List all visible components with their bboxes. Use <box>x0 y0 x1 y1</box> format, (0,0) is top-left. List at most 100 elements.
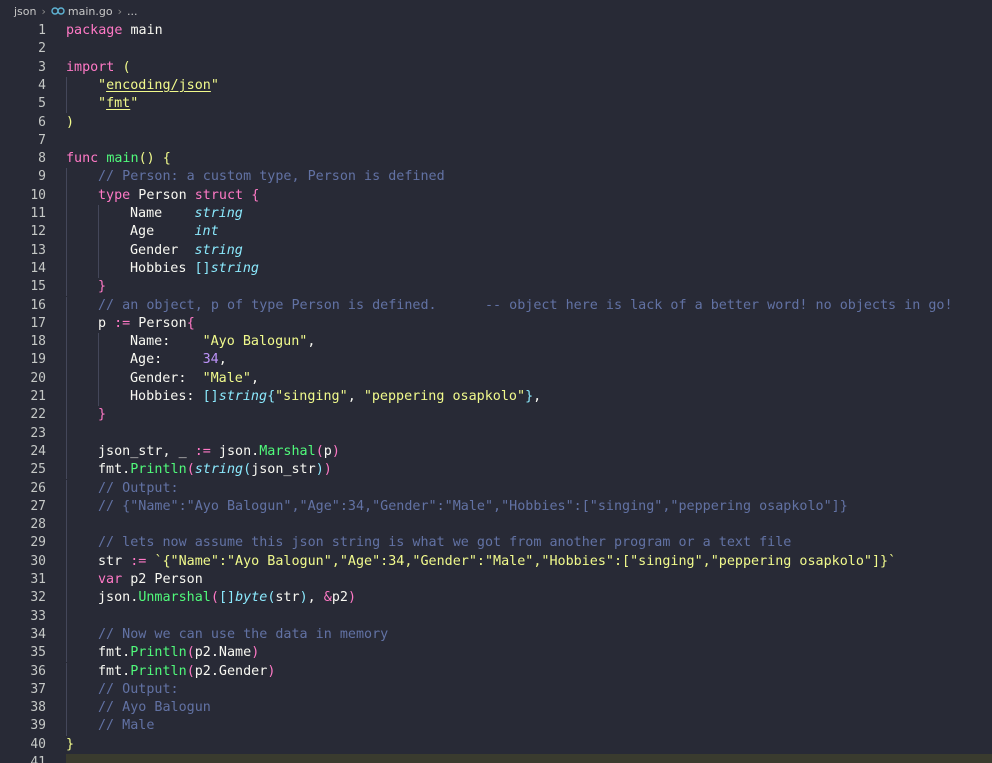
line-number: 39 <box>30 718 46 734</box>
code-token: := <box>130 553 147 569</box>
indent-guide <box>66 461 67 480</box>
indent-guide <box>66 479 67 498</box>
code-line[interactable]: 11 Name string <box>0 205 992 224</box>
code-token: ) <box>66 114 75 130</box>
code-line[interactable]: 32 json.Unmarshal([]byte(str), &p2) <box>0 589 992 608</box>
line-number: 21 <box>30 389 46 404</box>
code-token: // Now we can use the data in memory <box>98 626 389 642</box>
code-line[interactable]: 34 // Now we can use the data in memory <box>0 625 992 645</box>
code-text: json_str, _ := json.Marshal(p) <box>98 443 340 461</box>
code-token: func <box>66 151 99 167</box>
line-number: 1 <box>38 23 46 38</box>
code-line[interactable]: 38 // Ayo Balogun <box>0 699 992 718</box>
code-line[interactable]: 22} <box>0 406 992 425</box>
code-token: // Ayo Balogun <box>98 700 211 716</box>
code-line[interactable]: 8 func main() { <box>0 150 992 168</box>
code-line[interactable]: 5 "fmt" <box>0 95 992 114</box>
indent-guide <box>66 644 67 663</box>
line-number: 29 <box>30 535 46 551</box>
line-number: 26 <box>30 480 46 496</box>
code-text: Hobbies []string <box>130 260 259 278</box>
line-number: 34 <box>30 626 46 642</box>
code-line[interactable]: 15} <box>0 278 992 297</box>
code-token: Gender: <box>130 370 203 386</box>
indent-guide <box>66 534 67 553</box>
line-number: 8 <box>38 151 46 167</box>
code-line[interactable]: 1 package main <box>0 22 992 40</box>
code-line[interactable]: 20 Gender: "Male", <box>0 369 992 388</box>
code-line[interactable]: 23 <box>0 424 992 443</box>
line-number: 36 <box>30 663 46 679</box>
code-token: } <box>525 389 534 404</box>
line-number: 41 <box>30 755 46 763</box>
code-text: Age: 34, <box>130 351 227 369</box>
code-line[interactable]: 18 Name: "Ayo Balogun", <box>0 333 992 352</box>
code-line[interactable]: 24 json_str, _ := json.Marshal(p) <box>0 442 992 462</box>
code-line[interactable]: 4 "encoding/json" <box>0 76 992 96</box>
code-token: ( <box>186 462 195 478</box>
code-line[interactable]: 9 // Person: a custom type, Person is def… <box>0 168 992 187</box>
code-editor[interactable]: 1 package main 2 3 import (4 "encoding/json" 5… <box>0 22 992 763</box>
code-text: } <box>98 278 106 296</box>
code-token: () <box>138 151 155 167</box>
code-line[interactable]: 14 Hobbies []string <box>0 259 992 279</box>
code-token: // lets now assume this json string is w… <box>98 535 792 551</box>
breadcrumb-symbols[interactable]: ... <box>127 5 138 18</box>
code-line[interactable]: 40} <box>0 736 992 754</box>
code-line[interactable]: 30 str := `{"Name":"Ayo Balogun","Age":34… <box>0 552 992 571</box>
code-token: "peppering osapkolo" <box>363 389 526 404</box>
code-text: fmt.Println(string(json_str)) <box>98 461 332 479</box>
code-line[interactable]: 16 // an object, p of type Person is defi… <box>0 296 992 315</box>
breadcrumb-folder[interactable]: json <box>14 5 37 18</box>
indent-guide <box>66 589 67 608</box>
code-line[interactable]: 13 Gender string <box>0 241 992 260</box>
code-token: Person <box>130 315 187 331</box>
code-token: "singing" <box>275 389 348 404</box>
code-line[interactable]: 29 // lets now assume this json string is… <box>0 534 992 553</box>
code-token: json. <box>210 443 260 459</box>
code-line[interactable]: 27 // {"Name":"Ayo Balogun","Age":34,"Gen… <box>0 497 992 517</box>
indent-guide <box>66 168 67 187</box>
line-number: 4 <box>38 77 46 93</box>
code-token: ) <box>299 590 308 606</box>
code-line[interactable]: 39 // Male <box>0 717 992 736</box>
code-line[interactable]: 7 <box>0 132 992 150</box>
breadcrumb-file[interactable]: main.go <box>51 5 113 18</box>
code-line[interactable]: 21 Hobbies: []string{"singing", "pepperin… <box>0 388 992 407</box>
code-token: p2 <box>331 590 348 606</box>
code-line[interactable]: 26 // Output: <box>0 479 992 498</box>
code-line[interactable]: 10 type Person struct { <box>0 186 992 205</box>
code-line[interactable]: 17 p := Person{ <box>0 314 992 334</box>
indent-guide <box>66 351 67 370</box>
code-line[interactable]: 41 <box>0 754 992 763</box>
code-token: p2 Person <box>122 572 203 587</box>
code-text: fmt.Println(p2.Gender) <box>98 663 275 681</box>
code-text: // {"Name":"Ayo Balogun","Age":34,"Gende… <box>98 498 848 516</box>
code-token: struct <box>194 187 244 203</box>
code-token: // {"Name":"Ayo Balogun","Age":34,"Gende… <box>98 498 848 514</box>
code-line[interactable]: 36 fmt.Println(p2.Gender) <box>0 662 992 681</box>
code-line[interactable]: 12 Age int <box>0 223 992 242</box>
code-token: p2.Name <box>194 645 252 661</box>
code-line[interactable]: 25 fmt.Println(string(json_str)) <box>0 461 992 480</box>
code-line[interactable]: 33 <box>0 607 992 626</box>
code-line[interactable]: 28 <box>0 516 992 535</box>
code-line[interactable]: 6) <box>0 114 992 132</box>
code-text: // lets now assume this json string is w… <box>98 534 791 552</box>
code-token: ( <box>210 590 219 606</box>
code-line[interactable]: 35 fmt.Println(p2.Name) <box>0 644 992 663</box>
code-line[interactable]: 31 var p2 Person <box>0 571 992 590</box>
indent-guide <box>66 680 67 700</box>
code-line[interactable]: 2 <box>0 40 992 58</box>
code-token: p2.Gender <box>194 663 268 679</box>
code-line[interactable]: 37 // Output: <box>0 680 992 700</box>
indent-guide <box>66 296 67 315</box>
indent-guide <box>98 241 99 260</box>
code-text: // Male <box>98 717 154 735</box>
code-text: str := `{"Name":"Ayo Balogun","Age":34,"… <box>98 553 896 571</box>
line-number: 33 <box>30 608 46 624</box>
code-line[interactable]: 19 Age: 34, <box>0 351 992 370</box>
code-text: } <box>66 736 74 754</box>
code-token: ) <box>331 443 340 459</box>
code-line[interactable]: 3 import ( <box>0 59 992 77</box>
